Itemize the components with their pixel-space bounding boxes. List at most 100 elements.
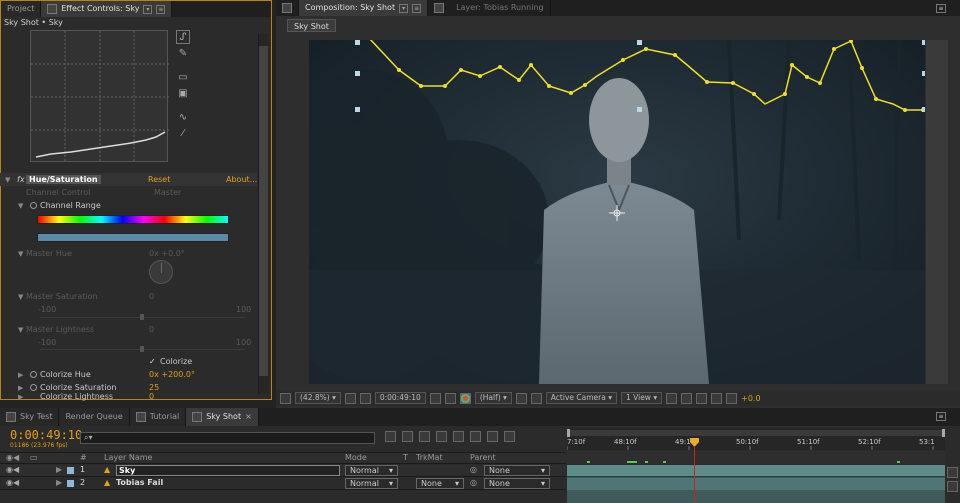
layer-duration-bar[interactable]	[567, 465, 945, 477]
always-preview-icon[interactable]	[280, 392, 291, 404]
channel-control-value[interactable]: Master	[154, 188, 181, 197]
tab-layer[interactable]: Layer: Tobias Running	[428, 0, 551, 16]
layer-mode-dropdown[interactable]: Normal ▾	[345, 478, 398, 489]
timeline-timecode[interactable]: 0:00:49:10	[10, 428, 82, 442]
time-ruler[interactable]: 7:10f 48:10f 49:10f 50:10f 51:10f 52:10f 53:1	[566, 428, 945, 450]
checkbox-checked-icon[interactable]: ✓	[149, 357, 156, 366]
motion-blur-icon[interactable]	[453, 431, 464, 442]
expand-layer-triangle-icon[interactable]: ▶	[56, 465, 62, 474]
layer-row[interactable]: ◉◀ ▶ 2 ▲ Tobias Fail Normal ▾ None ▾ ◎ Non…	[0, 478, 566, 490]
colorize-lightness-row[interactable]: ▶ Colorize Lightness 0	[0, 393, 257, 401]
work-area-bar[interactable]	[567, 430, 945, 436]
frame-blending-icon[interactable]	[436, 431, 447, 442]
fx-icon[interactable]: fx	[17, 175, 25, 184]
brainstorm-icon[interactable]	[470, 431, 481, 442]
collapse-triangle-icon[interactable]: ▼	[18, 202, 23, 210]
pickwhip-icon[interactable]: ◎	[470, 465, 477, 474]
keyframe-markers[interactable]	[587, 461, 900, 463]
graph-editor-icon[interactable]	[504, 431, 515, 442]
colorize-lightness-value[interactable]: 0	[149, 393, 154, 401]
panel-menu-icon[interactable]: ≡	[936, 4, 946, 13]
tab-composition[interactable]: Composition: Sky Shot ▾ ≡	[299, 0, 429, 16]
lock-icon[interactable]	[434, 3, 445, 13]
transparency-grid-icon[interactable]	[530, 392, 542, 404]
save-icon[interactable]: ▣	[176, 86, 190, 100]
stopwatch-icon[interactable]	[30, 371, 37, 378]
stopwatch-icon[interactable]	[30, 384, 37, 391]
layer-row[interactable]: ◉◀ ▶ 1 ▲ Sky Normal ▾ ◎ None ▾	[0, 465, 566, 477]
scrollbar-thumb[interactable]	[259, 46, 268, 376]
close-icon[interactable]: ×	[245, 408, 252, 426]
colorize-saturation-value[interactable]: 25	[149, 383, 159, 392]
shy-toggle-icon[interactable]	[947, 467, 958, 478]
layer-name[interactable]: Sky	[116, 465, 340, 476]
reset-link[interactable]: Reset	[148, 175, 170, 184]
timeline-icon[interactable]	[696, 392, 708, 404]
current-time-line[interactable]	[694, 446, 695, 503]
flowchart-icon[interactable]	[711, 392, 723, 404]
grid-icon[interactable]	[344, 392, 356, 404]
exposure-value[interactable]: +0.0	[741, 394, 760, 403]
panel-menu-icon[interactable]: ≡	[156, 4, 166, 14]
shy-layers-icon[interactable]	[419, 431, 430, 442]
layer-name[interactable]: Tobias Fail	[116, 478, 163, 487]
resolution-dropdown[interactable]: (Half) ▾	[474, 392, 512, 404]
colorize-hue-value[interactable]: 0x +200.0°	[149, 370, 195, 379]
mask-visibility-icon[interactable]	[359, 392, 371, 404]
pencil-tool-icon[interactable]: ✎	[176, 46, 190, 60]
layer-duration-bar[interactable]	[567, 478, 945, 490]
colorize-hue-row[interactable]: ▶ Colorize Hue 0x +200.0°	[0, 368, 257, 381]
layer-mode-dropdown[interactable]: Normal ▾	[345, 465, 398, 476]
layer-label-color[interactable]	[67, 480, 74, 487]
parent-dropdown[interactable]: None ▾	[484, 465, 550, 476]
comp-mini-flowchart-icon[interactable]	[385, 431, 396, 442]
region-of-interest-icon[interactable]	[515, 392, 527, 404]
stopwatch-icon[interactable]	[30, 202, 37, 209]
linear-curve-icon[interactable]: ⁄	[176, 126, 190, 140]
panel-menu-icon[interactable]: ≡	[936, 412, 946, 421]
auto-keyframe-icon[interactable]	[487, 431, 498, 442]
chevron-down-icon[interactable]: ▾	[143, 4, 153, 14]
composition-viewport[interactable]	[309, 40, 925, 384]
expand-triangle-icon[interactable]: ▶	[18, 384, 23, 392]
comp-lock[interactable]	[276, 0, 299, 16]
col-layer-name[interactable]: Layer Name	[104, 453, 152, 462]
tab-project[interactable]: Project	[1, 1, 42, 17]
current-time-button[interactable]: 0:00:49:10	[374, 392, 426, 404]
pickwhip-icon[interactable]: ◎	[470, 478, 477, 487]
camera-dropdown[interactable]: Active Camera ▾	[545, 392, 617, 404]
lock-icon[interactable]	[282, 3, 292, 13]
fast-previews-icon[interactable]	[681, 392, 693, 404]
trkmat-dropdown[interactable]: None ▾	[416, 478, 464, 489]
visibility-eye-icon[interactable]: ◉◀	[6, 465, 19, 474]
expand-triangle-icon[interactable]: ▶	[18, 371, 23, 379]
channel-range-row[interactable]: ▼ Channel Range	[0, 199, 257, 212]
draft-3d-icon[interactable]	[402, 431, 413, 442]
effect-header-row[interactable]: ▼ fx Hue/Saturation Reset About...	[0, 173, 257, 186]
zoom-dropdown[interactable]: (42.8%) ▾	[295, 392, 341, 404]
parent-dropdown[interactable]: None ▾	[484, 478, 550, 489]
collapse-triangle-icon[interactable]: ▼	[5, 176, 10, 184]
layer-track-area[interactable]	[567, 465, 945, 503]
curves-graph[interactable]	[30, 30, 169, 163]
comp-subtab[interactable]: Sky Shot	[287, 19, 336, 32]
graph-toggle-icon[interactable]	[947, 481, 958, 492]
work-area-end[interactable]	[942, 429, 945, 437]
reset-exposure-icon[interactable]	[726, 392, 738, 404]
snapshot-icon[interactable]	[429, 392, 441, 404]
tab-effect-controls[interactable]: Effect Controls: Sky ▾ ≡	[41, 1, 173, 17]
work-area-start[interactable]	[567, 429, 570, 437]
expand-layer-triangle-icon[interactable]: ▶	[56, 478, 62, 487]
chevron-down-icon[interactable]: ▾	[399, 3, 409, 13]
timeline-search-input[interactable]: ⌕▾	[80, 432, 375, 444]
visibility-eye-icon[interactable]: ◉◀	[6, 478, 19, 487]
toggle-pixel-aspect-icon[interactable]	[666, 392, 678, 404]
about-link[interactable]: About...	[226, 175, 257, 184]
tab-sky-shot[interactable]: Sky Shot ×	[186, 408, 259, 426]
channel-icon[interactable]	[459, 392, 471, 404]
tab-sky-test[interactable]: Sky Test	[0, 408, 60, 426]
bezier-tool-icon[interactable]: ᔑ	[176, 30, 190, 44]
expand-triangle-icon[interactable]: ▶	[18, 393, 23, 401]
colorize-row[interactable]: ✓ Colorize	[0, 355, 257, 368]
tab-tutorial[interactable]: Tutorial	[129, 408, 187, 426]
